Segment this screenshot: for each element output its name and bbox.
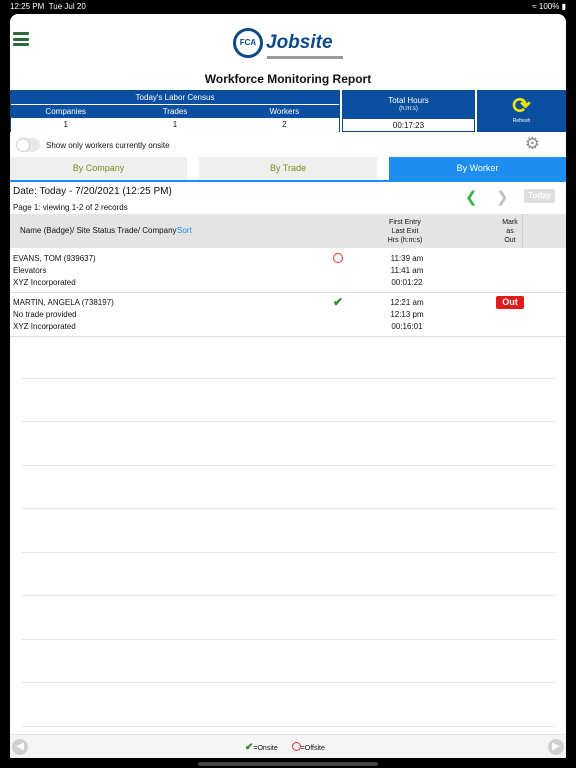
chevron-right-icon[interactable]: ❯	[496, 188, 509, 206]
status-right: ≈ 100% ▮	[532, 2, 566, 11]
hours-worked: 00:01:22	[391, 278, 423, 287]
today-button[interactable]: Today	[524, 189, 555, 203]
census-col-companies: Companies	[45, 107, 86, 116]
divider	[22, 465, 555, 466]
gear-icon[interactable]: ⚙	[525, 135, 540, 153]
page-title: Workforce Monitoring Report	[204, 72, 372, 86]
forward-arrow-icon[interactable]: ▶	[548, 739, 564, 755]
fca-badge: FCA	[233, 28, 263, 58]
worker-times: 11:39 am 11:41 am 00:01:22	[378, 253, 436, 289]
offsite-status-icon	[332, 253, 344, 265]
app-window: FCA Jobsite Workforce Monitoring Report …	[10, 14, 566, 758]
status-bar: 12:25 PM Tue Jul 20 ≈ 100% ▮	[0, 0, 576, 14]
total-hours-value: 00:17:23	[392, 121, 425, 130]
total-hours-panel: Total Hours (h:m:s) 00:17:23	[342, 90, 475, 132]
refresh-label: Refresh	[512, 118, 531, 124]
refresh-icon: ⟳	[512, 93, 531, 118]
mark-out-button[interactable]: Out	[496, 296, 524, 309]
col-mark-header: Mark as Out	[498, 218, 522, 245]
col-mark-2: as	[506, 228, 514, 235]
census-col-workers: Workers	[269, 107, 300, 116]
legend-onsite: =Onsite	[253, 745, 278, 752]
battery-percent: 100%	[538, 2, 560, 11]
census-col-trades: Trades	[162, 107, 188, 116]
worker-times: 12:21 am 12:13 pm 00:16:01	[378, 297, 436, 333]
tab-underline	[10, 180, 566, 182]
census-val-trades: 1	[172, 120, 178, 129]
report-date: Date: Today - 7/20/2021 (12:25 PM)	[13, 186, 172, 197]
divider	[22, 639, 555, 640]
onsite-only-toggle[interactable]	[16, 138, 40, 152]
divider	[22, 421, 555, 422]
logo-wordmark: Jobsite	[266, 32, 333, 53]
view-tabs: By Company By Trade By Worker	[10, 157, 566, 181]
first-entry: 12:21 am	[390, 298, 424, 307]
last-exit: 12:13 pm	[390, 310, 424, 319]
onsite-only-label: Show only workers currently onsite	[46, 141, 170, 150]
total-hours-label: Total Hours	[388, 96, 429, 105]
labor-census-panel: Today's Labor Census Companies Trades Wo…	[10, 90, 340, 132]
worker-company: XYZ Incorporated	[13, 278, 76, 287]
last-exit: 11:41 am	[390, 266, 424, 275]
col-name-header: Name (Badge)/ Site Status Trade/ Company	[20, 226, 177, 235]
worker-trade: No trade provided	[13, 310, 77, 319]
worker-info: EVANS, TOM (939637) Elevators XYZ Incorp…	[13, 253, 96, 289]
jobsite-logo: FCA Jobsite	[233, 28, 345, 64]
refresh-button[interactable]: ⟳ Refresh	[477, 90, 566, 132]
header-divider	[522, 214, 523, 248]
onsite-check-icon: ✔	[332, 295, 344, 309]
census-val-workers: 2	[282, 120, 287, 129]
status-time: 12:25 PM	[10, 2, 45, 11]
tab-by-company[interactable]: By Company	[10, 157, 187, 180]
census-title: Today's Labor Census	[11, 91, 339, 104]
census-val-companies: 1	[63, 120, 68, 129]
table-header: Name (Badge)/ Site Status Trade/ Company…	[10, 214, 566, 248]
divider	[22, 508, 555, 509]
status-date: Tue Jul 20	[48, 2, 86, 11]
total-hours-unit: (h:m:s)	[399, 106, 418, 112]
first-entry: 11:39 am	[390, 254, 424, 263]
back-arrow-icon[interactable]: ◀	[12, 739, 28, 755]
wifi-icon: ≈	[532, 2, 537, 11]
worker-info: MARTIN, ANGELA (738197) No trade provide…	[13, 297, 114, 333]
hours-worked: 00:16:01	[391, 322, 423, 331]
divider	[22, 595, 555, 596]
worker-trade: Elevators	[13, 266, 47, 275]
footer-bar: ◀ ✔=Onsite =Offsite ▶	[10, 734, 566, 758]
table-row[interactable]: EVANS, TOM (939637) Elevators XYZ Incorp…	[10, 248, 566, 293]
col-first-entry: First Entry	[389, 219, 421, 226]
status-legend: ✔=Onsite =Offsite	[245, 742, 325, 753]
col-hours: Hrs (h:m:s)	[387, 237, 423, 244]
col-last-exit: Last Exit	[391, 228, 419, 235]
col-mark-1: Mark	[502, 219, 518, 226]
legend-offsite: =Offsite	[300, 745, 325, 752]
offsite-circle-icon	[291, 742, 301, 751]
status-time-date: 12:25 PM Tue Jul 20	[10, 2, 86, 11]
tab-by-worker[interactable]: By Worker	[389, 157, 566, 180]
page-info: Page 1: viewing 1-2 of 2 records	[13, 203, 128, 212]
tab-by-trade[interactable]: By Trade	[199, 157, 377, 180]
divider	[22, 552, 555, 553]
worker-company: XYZ Incorporated	[13, 322, 76, 331]
chevron-left-icon[interactable]: ❮	[465, 188, 478, 206]
divider	[22, 682, 555, 683]
hamburger-menu-icon[interactable]	[13, 32, 29, 46]
home-indicator[interactable]	[198, 762, 378, 766]
table-row[interactable]: MARTIN, ANGELA (738197) No trade provide…	[10, 292, 566, 337]
col-mark-3: Out	[504, 237, 516, 244]
battery-icon: ▮	[561, 2, 566, 11]
worker-name: EVANS, TOM (939637)	[13, 254, 96, 263]
divider	[22, 378, 555, 379]
sort-button[interactable]: Sort	[177, 226, 192, 235]
divider	[22, 726, 555, 727]
worker-name: MARTIN, ANGELA (738197)	[13, 298, 114, 307]
logo-underline	[267, 56, 343, 59]
col-entry-header: First Entry Last Exit Hrs (h:m:s)	[380, 218, 430, 245]
